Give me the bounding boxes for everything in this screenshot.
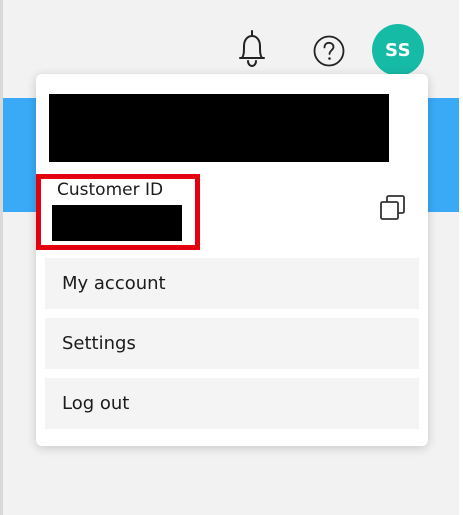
avatar-initials: SS [384, 39, 412, 61]
menu-item-label: Settings [62, 333, 136, 354]
notifications-button[interactable] [232, 28, 272, 70]
window-frame-right [459, 0, 463, 515]
account-dropdown-menu: Customer ID My account Settings Log out [36, 74, 428, 446]
bell-icon [239, 30, 265, 68]
redacted-customer-id [52, 205, 182, 241]
menu-item-settings[interactable]: Settings [45, 318, 419, 369]
copy-icon [380, 195, 405, 220]
user-avatar-button[interactable]: SS [372, 24, 424, 76]
menu-item-log-out[interactable]: Log out [45, 378, 419, 429]
window-frame-left [0, 0, 3, 515]
menu-item-label: My account [62, 273, 166, 294]
customer-id-label: Customer ID [57, 180, 164, 200]
question-circle-icon [313, 35, 345, 67]
menu-item-label: Log out [62, 393, 130, 414]
help-button[interactable] [310, 32, 348, 70]
menu-item-my-account[interactable]: My account [45, 258, 419, 309]
copy-customer-id-button[interactable] [377, 192, 409, 224]
redacted-account-name [49, 94, 389, 162]
